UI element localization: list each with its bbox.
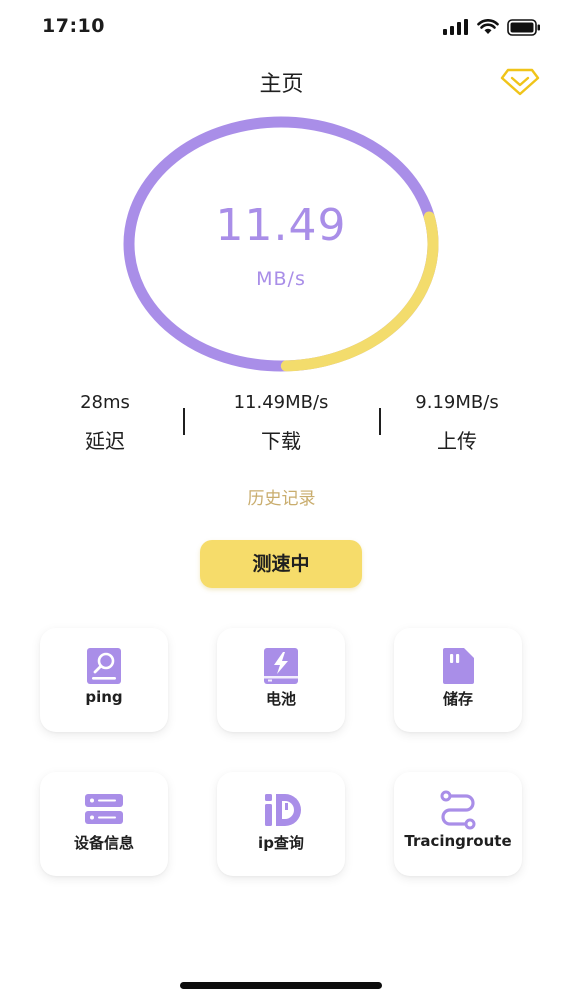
speed-test-button[interactable]: 测速中: [200, 540, 362, 588]
tool-card-storage[interactable]: 储存: [394, 628, 522, 732]
history-link[interactable]: 历史记录: [0, 484, 563, 509]
home-indicator: [180, 982, 382, 989]
page-title: 主页: [259, 72, 304, 97]
speed-unit: MB/s: [256, 268, 306, 290]
vip-diamond-icon[interactable]: [500, 64, 540, 98]
upload-stat: 9.19MB/s 上传: [372, 392, 542, 454]
tool-card-traceroute[interactable]: Tracingroute: [394, 772, 522, 876]
tool-label: 电池: [265, 690, 296, 708]
signal-icon: [443, 19, 468, 35]
tool-card-battery[interactable]: 电池: [217, 628, 345, 732]
latency-label: 延迟: [85, 429, 125, 453]
battery-bolt-icon: [264, 648, 298, 684]
battery-icon: [507, 18, 540, 36]
stat-divider: [183, 408, 185, 435]
magnifier-doc-icon: [87, 648, 121, 684]
tool-label: 设备信息: [73, 834, 134, 852]
status-icons: [443, 17, 541, 37]
tool-label: 储存: [442, 690, 473, 708]
tool-label: ping: [85, 688, 123, 706]
wifi-icon: [477, 19, 499, 34]
status-time: 17:10: [42, 15, 105, 37]
tool-card-ip-lookup[interactable]: ip查询: [217, 772, 345, 876]
ip-icon: [265, 794, 301, 826]
upload-value: 9.19MB/s: [415, 392, 499, 413]
upload-label: 上传: [437, 429, 477, 453]
download-label: 下载: [261, 429, 301, 453]
download-stat: 11.49MB/s 下载: [196, 392, 366, 454]
latency-value: 28ms: [80, 392, 130, 413]
tool-label: Tracingroute: [404, 832, 512, 850]
tool-card-device-info[interactable]: 设备信息: [40, 772, 168, 876]
server-icon: [85, 794, 123, 824]
speed-value: 11.49: [215, 200, 347, 251]
latency-stat: 28ms 延迟: [20, 392, 190, 454]
tool-label: ip查询: [258, 834, 304, 852]
download-value: 11.49MB/s: [233, 392, 329, 413]
sd-card-icon: [443, 648, 474, 684]
route-icon: [440, 790, 476, 830]
tool-card-ping[interactable]: ping: [40, 628, 168, 732]
